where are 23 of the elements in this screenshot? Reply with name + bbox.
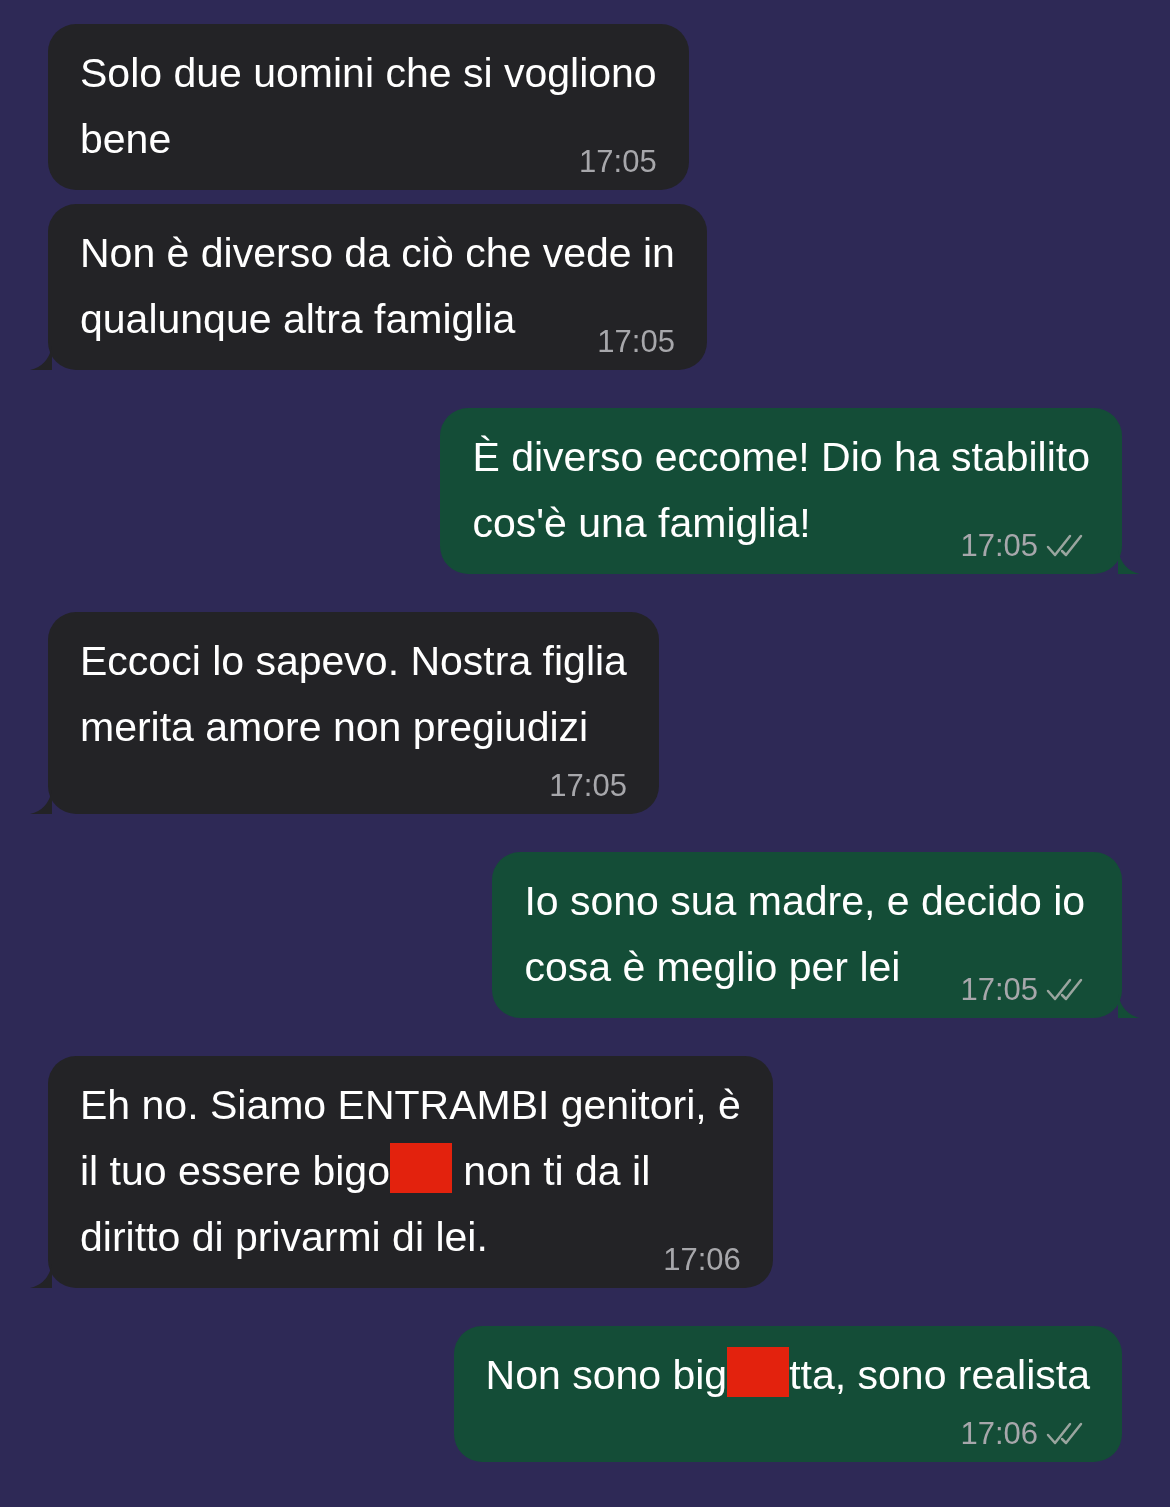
message-text: Non sono big tta, sono realista <box>485 1342 1090 1408</box>
message-text: Solo due uomini che si vogliono <box>80 49 657 98</box>
message-time: 17:06 <box>960 1415 1038 1453</box>
message-time: 17:05 <box>960 527 1038 565</box>
message-text: cosa è meglio per lei <box>524 943 901 992</box>
message-time: 17:05 <box>960 971 1038 1009</box>
message-time: 17:06 <box>663 1241 741 1279</box>
message-text: diritto di privarmi di lei. <box>80 1213 488 1262</box>
message-text: Non è diverso da ciò che vede in <box>80 229 675 278</box>
redaction-block <box>389 1143 452 1193</box>
redaction-block <box>727 1347 790 1397</box>
message-text: merita amore non pregiudizi <box>80 703 590 752</box>
message-text: il tuo essere bigo non ti da il <box>80 1138 741 1204</box>
message-text: Eh no. Siamo ENTRAMBI genitori, è <box>80 1081 741 1130</box>
message-text: Io sono sua madre, e decido io <box>524 877 1087 926</box>
message-text: Eccoci lo sapevo. Nostra figlia <box>80 637 627 686</box>
message-time: 17:05 <box>579 143 657 181</box>
message-time: 17:05 <box>549 767 627 805</box>
message-time: 17:05 <box>597 323 675 361</box>
message-text: bene <box>80 115 172 164</box>
message-text: È diverso eccome! Dio ha stabilito <box>472 433 1090 482</box>
message-text: cos'è una famiglia! <box>472 499 811 548</box>
message-text: qualunque altra famiglia <box>80 295 516 344</box>
